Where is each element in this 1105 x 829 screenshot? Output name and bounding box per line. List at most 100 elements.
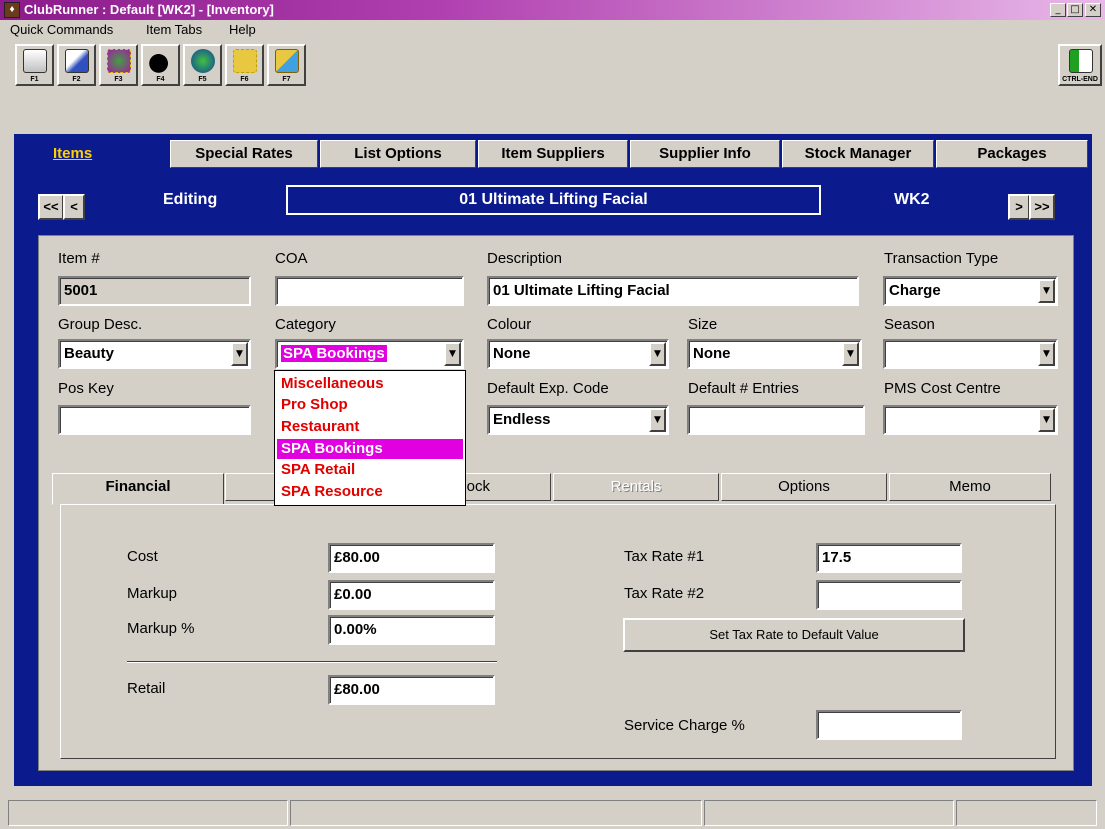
- service-charge-field[interactable]: [816, 710, 962, 740]
- f4-bomb-button[interactable]: F4: [141, 44, 180, 86]
- dropdown-arrow-icon[interactable]: ▼: [1038, 342, 1055, 366]
- tab-financial[interactable]: Financial: [52, 473, 224, 505]
- window-title: ClubRunner : Default [WK2] - [Inventory]: [24, 2, 274, 17]
- last-record-button[interactable]: >>: [1029, 194, 1055, 220]
- tab-supplier-info[interactable]: Supplier Info: [630, 140, 780, 168]
- box-search-icon: [275, 49, 299, 73]
- tab-list-options[interactable]: List Options: [320, 140, 476, 168]
- tab-packages[interactable]: Packages: [936, 140, 1088, 168]
- next-record-button[interactable]: >: [1008, 194, 1030, 220]
- dropdown-arrow-icon[interactable]: ▼: [1038, 408, 1055, 432]
- exit-button[interactable]: CTRL-END: [1058, 44, 1102, 86]
- season-select[interactable]: ▼: [883, 339, 1058, 369]
- pms-cost-centre-select[interactable]: ▼: [883, 405, 1058, 435]
- title-bar: ♦ ClubRunner : Default [WK2] - [Inventor…: [0, 0, 1105, 20]
- group-desc-label: Group Desc.: [58, 316, 143, 333]
- minimize-button[interactable]: _: [1050, 3, 1066, 17]
- dropdown-arrow-icon[interactable]: ▼: [649, 408, 666, 432]
- tab-memo[interactable]: Memo: [889, 473, 1051, 501]
- bomb-icon: [149, 49, 173, 73]
- menu-help[interactable]: Help: [229, 22, 256, 37]
- tab-stock-manager[interactable]: Stock Manager: [782, 140, 934, 168]
- cost-label: Cost: [127, 548, 158, 565]
- category-option[interactable]: Restaurant: [277, 417, 463, 437]
- previous-record-button[interactable]: <: [63, 194, 85, 220]
- description-field[interactable]: 01 Ultimate Lifting Facial: [487, 276, 859, 306]
- tab-items[interactable]: Items: [28, 140, 168, 168]
- item-number-field: 5001: [58, 276, 251, 306]
- dropdown-arrow-icon[interactable]: ▼: [444, 342, 461, 366]
- pos-key-field[interactable]: [58, 405, 251, 435]
- tax-rate-1-field[interactable]: 17.5: [816, 543, 962, 573]
- colour-label: Colour: [487, 316, 532, 333]
- f7-box-search-button[interactable]: F7: [267, 44, 306, 86]
- category-option-selected[interactable]: SPA Bookings: [277, 439, 463, 459]
- default-entries-field[interactable]: [687, 405, 865, 435]
- f5-globe-button[interactable]: F5: [183, 44, 222, 86]
- default-entries-label: Default # Entries: [688, 380, 799, 397]
- menu-bar: Quick Commands Item Tabs Help: [0, 20, 1105, 40]
- f6-box-button[interactable]: F6: [225, 44, 264, 86]
- category-select[interactable]: SPA Bookings ▼: [275, 339, 464, 369]
- tab-options[interactable]: Options: [721, 473, 887, 501]
- coa-field[interactable]: [275, 276, 464, 306]
- tab-item-suppliers[interactable]: Item Suppliers: [478, 140, 628, 168]
- markup-pct-label: Markup %: [127, 620, 195, 637]
- size-label: Size: [688, 316, 718, 333]
- package-list-icon: [107, 49, 131, 73]
- cost-field[interactable]: £80.00: [328, 543, 495, 573]
- close-button[interactable]: ✕: [1085, 3, 1101, 17]
- maximize-button[interactable]: □: [1067, 3, 1083, 17]
- dropdown-arrow-icon[interactable]: ▼: [231, 342, 248, 366]
- dropdown-arrow-icon[interactable]: ▼: [842, 342, 859, 366]
- size-select[interactable]: None ▼: [687, 339, 862, 369]
- dropdown-arrow-icon[interactable]: ▼: [1038, 279, 1055, 303]
- menu-quick-commands[interactable]: Quick Commands: [10, 22, 113, 37]
- pos-key-label: Pos Key: [58, 380, 114, 397]
- item-number-label: Item #: [58, 250, 100, 267]
- season-label: Season: [884, 316, 935, 333]
- markup-field[interactable]: £0.00: [328, 580, 495, 610]
- menu-item-tabs[interactable]: Item Tabs: [146, 22, 202, 37]
- f2-edit-button[interactable]: F2: [57, 44, 96, 86]
- tax-rate-2-field[interactable]: [816, 580, 962, 610]
- box-icon: [233, 49, 257, 73]
- f1-view-button[interactable]: F1: [15, 44, 54, 86]
- transaction-type-select[interactable]: Charge ▼: [883, 276, 1058, 306]
- mode-label: Editing: [163, 191, 218, 208]
- retail-field[interactable]: £80.00: [328, 675, 495, 705]
- category-option[interactable]: Miscellaneous: [277, 374, 463, 394]
- markup-label: Markup: [127, 585, 178, 602]
- category-dropdown-list[interactable]: Miscellaneous Pro Shop Restaurant SPA Bo…: [274, 370, 466, 506]
- description-label: Description: [487, 250, 563, 267]
- view-document-icon: [23, 49, 47, 73]
- first-record-button[interactable]: <<: [38, 194, 64, 220]
- exit-door-icon: [1069, 49, 1093, 73]
- set-default-tax-button[interactable]: Set Tax Rate to Default Value: [623, 618, 965, 652]
- category-option[interactable]: SPA Resource: [277, 482, 463, 502]
- edit-document-icon: [65, 49, 89, 73]
- tax-rate-2-label: Tax Rate #2: [624, 585, 705, 602]
- current-item-name: 01 Ultimate Lifting Facial: [286, 185, 821, 215]
- status-cell: [290, 800, 702, 826]
- tax-rate-1-label: Tax Rate #1: [624, 548, 705, 565]
- colour-select[interactable]: None ▼: [487, 339, 669, 369]
- markup-pct-field[interactable]: 0.00%: [328, 615, 495, 645]
- status-cell: [704, 800, 954, 826]
- retail-label: Retail: [127, 680, 166, 697]
- default-exp-code-label: Default Exp. Code: [487, 380, 609, 397]
- default-exp-code-select[interactable]: Endless ▼: [487, 405, 669, 435]
- status-cell: [8, 800, 288, 826]
- group-desc-select[interactable]: Beauty ▼: [58, 339, 251, 369]
- location-label: WK2: [894, 191, 930, 208]
- tab-rentals: Rentals: [553, 473, 719, 501]
- dropdown-arrow-icon[interactable]: ▼: [649, 342, 666, 366]
- tab-special-rates[interactable]: Special Rates: [170, 140, 318, 168]
- globe-search-icon: [191, 49, 215, 73]
- category-option[interactable]: Pro Shop: [277, 395, 463, 415]
- category-option[interactable]: SPA Retail: [277, 460, 463, 480]
- category-label: Category: [275, 316, 336, 333]
- pms-cost-centre-label: PMS Cost Centre: [884, 380, 1001, 397]
- total-separator: [127, 661, 497, 663]
- f3-list-button[interactable]: F3: [99, 44, 138, 86]
